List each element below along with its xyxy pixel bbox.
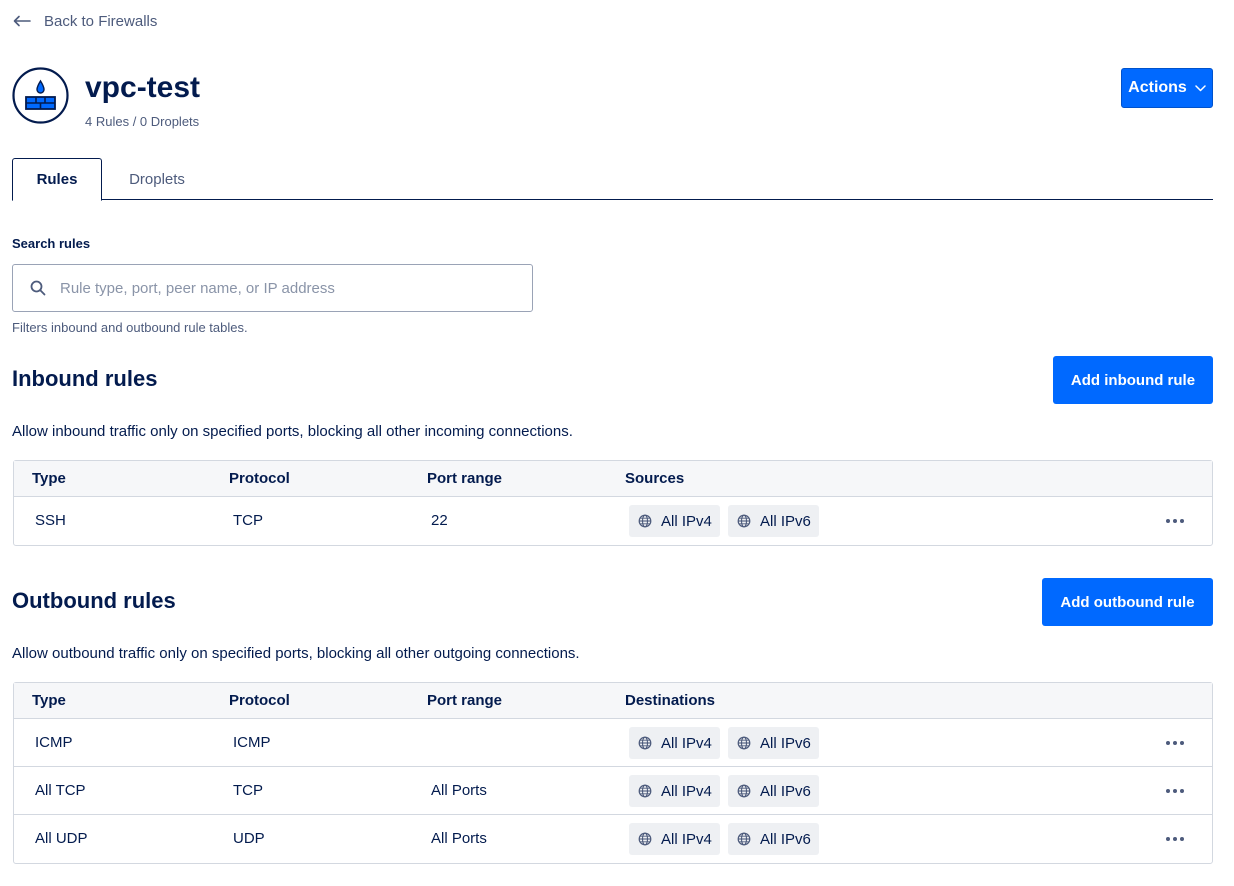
table-row: All UDP UDP All Ports All IPv4 All IPv6	[14, 815, 1212, 863]
rule-type: ICMP	[35, 734, 73, 751]
rule-port: All Ports	[431, 782, 487, 799]
column-header: Protocol	[229, 692, 290, 709]
peer-chip: All IPv6	[728, 823, 819, 855]
outbound-rules-table: Type Protocol Port range Destinations ICMP IC…	[13, 682, 1213, 864]
rule-port: All Ports	[431, 830, 487, 847]
table-row: SSH TCP 22 All IPv4 All IPv6	[14, 497, 1212, 545]
actions-button[interactable]: Actions	[1121, 68, 1213, 108]
more-icon[interactable]	[1166, 739, 1184, 747]
column-header: Type	[32, 470, 66, 487]
search-field[interactable]	[12, 264, 533, 312]
peer-label: All IPv4	[661, 512, 712, 530]
globe-icon	[638, 784, 652, 798]
table-header: Type Protocol Port range Sources	[14, 461, 1212, 497]
chevron-down-icon	[1195, 84, 1206, 91]
column-header: Destinations	[625, 692, 716, 709]
outbound-rules-description: Allow outbound traffic only on specified…	[12, 645, 580, 662]
peer-label: All IPv6	[760, 512, 811, 530]
peer-chip: All IPv4	[629, 775, 720, 807]
rule-protocol: TCP	[233, 782, 263, 799]
inbound-rules-heading: Inbound rules	[12, 366, 158, 391]
globe-icon	[638, 514, 652, 528]
peer-label: All IPv6	[760, 830, 811, 848]
globe-icon	[638, 832, 652, 846]
column-header: Port range	[427, 470, 503, 487]
firewall-icon	[12, 67, 69, 124]
peer-chip: All IPv4	[629, 505, 720, 537]
firewall-header: vpc-test 4 Rules / 0 Droplets Actions	[12, 67, 1213, 131]
add-inbound-rule-label: Add inbound rule	[1070, 371, 1196, 389]
search-label: Search rules	[12, 236, 91, 251]
actions-button-label: Actions	[1128, 79, 1187, 96]
search-input[interactable]	[60, 279, 500, 297]
table-row: All TCP TCP All Ports All IPv4 All IPv6	[14, 767, 1212, 815]
back-to-firewalls-link[interactable]: Back to Firewalls	[13, 10, 157, 32]
peer-chip: All IPv4	[629, 823, 720, 855]
column-header: Type	[32, 692, 66, 709]
table-row: ICMP ICMP All IPv4 All IPv6	[14, 719, 1212, 767]
add-outbound-rule-label: Add outbound rule	[1060, 593, 1195, 611]
more-icon[interactable]	[1166, 835, 1184, 843]
peer-label: All IPv6	[760, 734, 811, 752]
rule-type: All UDP	[35, 830, 88, 847]
page-title: vpc-test	[85, 71, 201, 104]
rule-type: SSH	[35, 512, 66, 529]
tab-droplets-label: Droplets	[129, 170, 185, 188]
column-header: Protocol	[229, 470, 290, 487]
globe-icon	[737, 784, 751, 798]
globe-icon	[737, 514, 751, 528]
outbound-rules-heading: Outbound rules	[12, 588, 176, 613]
peer-chip: All IPv4	[629, 727, 720, 759]
tab-rules-label: Rules	[36, 171, 78, 188]
tab-droplets[interactable]: Droplets	[104, 158, 210, 200]
peer-label: All IPv4	[661, 782, 712, 800]
rule-protocol: TCP	[233, 512, 263, 529]
search-help-text: Filters inbound and outbound rule tables…	[12, 320, 248, 335]
rule-port: 22	[431, 512, 448, 529]
peer-label: All IPv4	[661, 830, 712, 848]
tab-rules[interactable]: Rules	[12, 158, 102, 201]
rule-protocol: UDP	[233, 830, 265, 847]
globe-icon	[737, 832, 751, 846]
peer-chip: All IPv6	[728, 505, 819, 537]
inbound-rules-description: Allow inbound traffic only on specified …	[12, 423, 573, 440]
peer-chip: All IPv6	[728, 775, 819, 807]
page-subtitle: 4 Rules / 0 Droplets	[85, 114, 200, 129]
globe-icon	[638, 736, 652, 750]
table-header: Type Protocol Port range Destinations	[14, 683, 1212, 719]
peer-label: All IPv4	[661, 734, 712, 752]
rule-type: All TCP	[35, 782, 86, 799]
column-header: Sources	[625, 470, 685, 487]
more-icon[interactable]	[1166, 787, 1184, 795]
peer-label: All IPv6	[760, 782, 811, 800]
tab-bar: Rules Droplets	[12, 158, 1213, 201]
globe-icon	[737, 736, 751, 750]
arrow-left-icon	[13, 15, 31, 27]
rule-protocol: ICMP	[233, 734, 271, 751]
add-inbound-rule-button[interactable]: Add inbound rule	[1053, 356, 1213, 404]
back-link-label: Back to Firewalls	[44, 12, 158, 30]
column-header: Port range	[427, 692, 503, 709]
search-icon	[30, 280, 46, 296]
peer-chip: All IPv6	[728, 727, 819, 759]
inbound-rules-table: Type Protocol Port range Sources SSH TCP 22 All…	[13, 460, 1213, 546]
more-icon[interactable]	[1166, 517, 1184, 525]
add-outbound-rule-button[interactable]: Add outbound rule	[1042, 578, 1213, 626]
